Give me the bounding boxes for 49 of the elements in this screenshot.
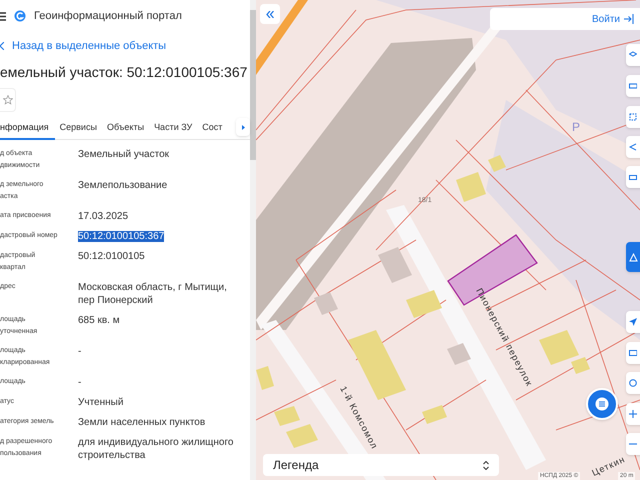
building [274,406,300,426]
login-button[interactable]: Войти [490,8,640,30]
field-value: - [78,346,82,357]
building [456,172,486,202]
back-chevron-icon [0,42,4,50]
field-value: 50:12:0100105:367 [78,231,164,242]
field-value: Земельный участок [78,149,170,160]
field-value: Учтенный [78,397,124,408]
collapse-panel-button[interactable] [260,4,280,24]
field-value: Землепользование [78,180,168,191]
arrow-icon [629,318,637,326]
building [314,292,338,315]
tab[interactable]: Объекты [102,116,150,140]
tab[interactable]: нформация [0,116,55,140]
building [378,247,412,283]
field-value: 17.03.2025 [78,211,128,222]
login-icon [624,14,634,24]
field-value: Земли населенных пунктов [78,417,206,428]
building [286,424,318,448]
caret-icon [242,124,244,130]
tab[interactable]: Части ЗУ [149,116,198,140]
building [447,343,471,365]
star-icon [2,95,12,105]
tabs-scroll-button[interactable] [236,118,250,136]
building [406,290,442,318]
scrollbar[interactable] [250,0,256,480]
building [422,405,447,424]
field-value: для индивидуального жилищного строительства [78,437,234,461]
field-value: 685 кв. м [78,315,120,326]
portal-title: Геоинформационный портал [34,8,182,24]
chat-icon [595,397,609,411]
polygon-icon [629,113,637,121]
map-label: Р [572,119,580,136]
building [488,155,506,172]
logo-icon [14,10,26,22]
favorite-button[interactable] [0,88,16,112]
double-chevron-icon [266,10,274,18]
minus-icon [629,443,637,445]
back-link[interactable]: Назад в выделенные объекты [12,38,166,54]
updown-caret-icon [483,460,489,470]
field-value: Московская область, г Мытищи, пер Пионерский [78,282,227,306]
field-value: 50:12:0100105 [78,251,145,262]
legend-dropdown[interactable]: Легенда [263,454,499,476]
object-title: емельный участок: 50:12:0100105:367 [0,63,248,82]
tab[interactable]: Сост [197,116,228,140]
field-value: - [78,377,82,388]
tab[interactable]: Сервисы [54,116,102,140]
menu-icon[interactable] [0,12,6,20]
plus-icon [629,410,637,418]
